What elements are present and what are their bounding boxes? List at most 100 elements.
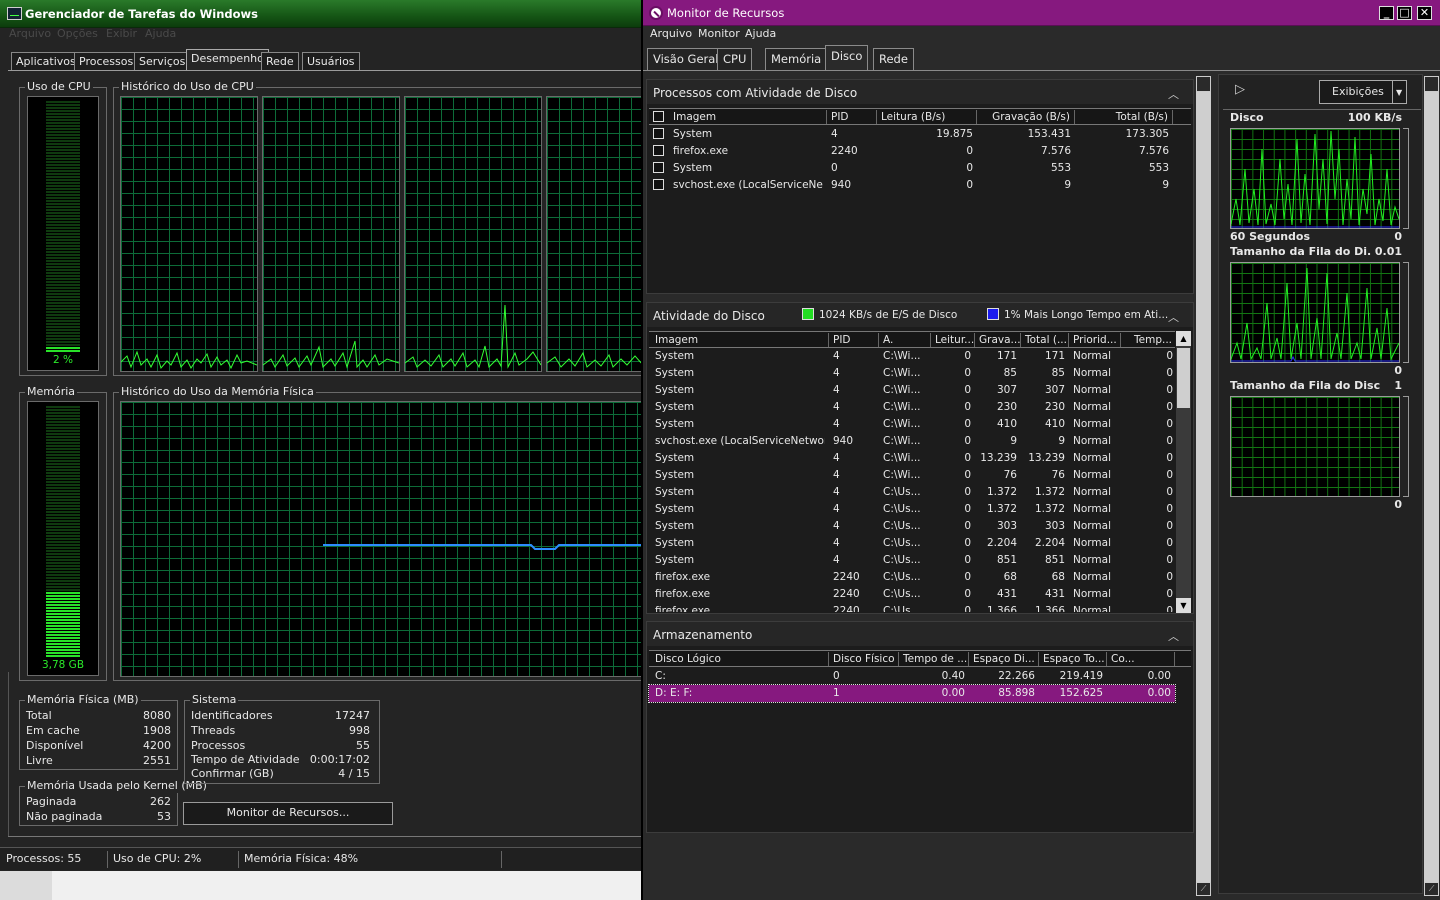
disk-process-row[interactable]: firefox.exe 2240 0 7.576 7.576 bbox=[649, 143, 1191, 160]
disk-activity-row[interactable]: firefox.exe 2240 C:\Us... 0 431 431 Normal 0 bbox=[649, 586, 1173, 603]
disk-processes-header[interactable]: Processos com Atividade de Disco ︿ bbox=[647, 80, 1193, 104]
disk-process-row[interactable]: System 4 19.875 153.431 173.305 bbox=[649, 126, 1191, 143]
col-tempo[interactable]: Tempo de ... bbox=[899, 652, 969, 666]
collapse-caret-icon[interactable]: ︿ bbox=[1168, 628, 1179, 644]
tab-aplicativos[interactable]: Aplicativos bbox=[11, 52, 81, 71]
collapse-caret-icon[interactable]: ︿ bbox=[1168, 309, 1179, 325]
resource-monitor-button[interactable]: Monitor de Recursos... bbox=[183, 802, 393, 825]
cell: 0 bbox=[1166, 520, 1173, 532]
storage-row[interactable]: D: E: F: 1 0.00 85.898 152.625 0.00 bbox=[648, 684, 1176, 703]
scroll-down-icon[interactable]: ▼ bbox=[1176, 598, 1191, 613]
cell: 0.00 bbox=[1147, 670, 1171, 682]
rm-menu-ajuda[interactable]: Ajuda bbox=[745, 27, 776, 41]
tab-rede[interactable]: Rede bbox=[261, 52, 299, 71]
task-manager-titlebar[interactable]: Gerenciador de Tarefas do Windows bbox=[0, 0, 641, 28]
process-checkbox[interactable] bbox=[653, 128, 664, 139]
tab-processos[interactable]: Processos bbox=[74, 52, 139, 71]
disk-activity-row[interactable]: System 4 C:\Wi... 0 171 171 Normal 0 bbox=[649, 348, 1173, 365]
kernel-memory-group: Memória Usada pelo Kernel (MB) Paginada … bbox=[19, 779, 209, 826]
menu-arquivo[interactable]: Arquivo bbox=[9, 27, 51, 40]
graph-panel-scrollbar[interactable]: ⟋ bbox=[1424, 76, 1439, 896]
disk-activity-row[interactable]: System 4 C:\Wi... 0 13.239 13.239 Normal 0 bbox=[649, 450, 1173, 467]
process-checkbox[interactable] bbox=[653, 179, 664, 190]
col-imagem[interactable]: Imagem bbox=[651, 333, 829, 347]
menu-exibir[interactable]: Exibir bbox=[106, 27, 137, 40]
process-checkbox[interactable] bbox=[653, 145, 664, 156]
disk-activity-row[interactable]: System 4 C:\Wi... 0 85 85 Normal 0 bbox=[649, 365, 1173, 382]
activity-scrollbar[interactable]: ▲ ▼ bbox=[1176, 331, 1191, 613]
disk-activity-row[interactable]: System 4 C:\Wi... 0 230 230 Normal 0 bbox=[649, 399, 1173, 416]
close-icon[interactable]: ✕ bbox=[1417, 6, 1432, 20]
storage-header[interactable]: Armazenamento ︿ bbox=[647, 622, 1193, 646]
rm-tab-memoria[interactable]: Memória bbox=[765, 48, 828, 70]
menu-ajuda[interactable]: Ajuda bbox=[145, 27, 176, 40]
disk-activity-row[interactable]: firefox.exe 2240 C:\Us... 0 1.366 1.366 Normal… bbox=[649, 603, 1173, 612]
disk-activity-row[interactable]: System 4 C:\Wi... 0 307 307 Normal 0 bbox=[649, 382, 1173, 399]
col-espaco-total[interactable]: Espaço To... bbox=[1039, 652, 1107, 666]
views-dropdown[interactable]: Exibições ▼ bbox=[1319, 80, 1407, 104]
disk-activity-row[interactable]: System 4 C:\Us... 0 303 303 Normal 0 bbox=[649, 518, 1173, 535]
storage-row[interactable]: C: 0 0.40 22.266 219.419 0.00 bbox=[649, 668, 1191, 685]
col-disco-fisico[interactable]: Disco Físico bbox=[829, 652, 899, 666]
col-espaco-disponivel[interactable]: Espaço Di... bbox=[969, 652, 1039, 666]
disk-process-row[interactable]: svchost.exe (LocalServiceNet... 940 0 9 9 bbox=[649, 177, 1191, 194]
disk-activity-row[interactable]: System 4 C:\Wi... 0 410 410 Normal 0 bbox=[649, 416, 1173, 433]
resource-monitor-titlebar[interactable]: Monitor de Recursos _ □ ✕ bbox=[643, 0, 1440, 26]
disk-activity-row[interactable]: System 4 C:\Us... 0 851 851 Normal 0 bbox=[649, 552, 1173, 569]
collapse-caret-icon[interactable]: ︿ bbox=[1168, 86, 1179, 102]
cpu-core-graph bbox=[262, 96, 400, 372]
chevron-down-icon[interactable]: ▼ bbox=[1396, 86, 1402, 100]
disk-activity-row[interactable]: System 4 C:\Wi... 0 76 76 Normal 0 bbox=[649, 467, 1173, 484]
col-tempo[interactable]: Temp... bbox=[1121, 333, 1177, 347]
rm-tab-cpu[interactable]: CPU bbox=[717, 48, 753, 70]
physical-free-label: Livre bbox=[26, 754, 53, 767]
memory-value-text: 3,78 GB bbox=[41, 659, 85, 671]
minimize-icon[interactable]: _ bbox=[1379, 6, 1394, 20]
tab-desempenho[interactable]: Desempenho bbox=[186, 49, 269, 71]
disk-activity-row[interactable]: System 4 C:\Us... 0 2.204 2.204 Normal 0 bbox=[649, 535, 1173, 552]
disk-activity-row[interactable]: firefox.exe 2240 C:\Us... 0 68 68 Normal 0 bbox=[649, 569, 1173, 586]
col-arquivo[interactable]: A. bbox=[879, 333, 931, 347]
tab-usuarios[interactable]: Usuários bbox=[302, 52, 360, 71]
disk-activity-row[interactable]: System 4 C:\Us... 0 1.372 1.372 Normal 0 bbox=[649, 484, 1173, 501]
expand-panel-icon[interactable]: ▷ bbox=[1235, 83, 1245, 97]
rm-menu-monitor[interactable]: Monitor bbox=[698, 27, 740, 41]
col-pid[interactable]: PID bbox=[829, 333, 879, 347]
col-comprimento-fila[interactable]: Co... bbox=[1107, 652, 1175, 666]
col-total[interactable]: Total (... bbox=[1021, 333, 1069, 347]
col-leitura[interactable]: Leitura (B/s) bbox=[877, 110, 977, 124]
rm-tab-visao-geral[interactable]: Visão Geral bbox=[647, 48, 725, 70]
col-gravacao[interactable]: Gravação (B/s) bbox=[977, 110, 1075, 124]
rm-tab-rede[interactable]: Rede bbox=[873, 48, 914, 70]
cell: 171 bbox=[996, 350, 1017, 362]
scroll-up-icon[interactable]: ▲ bbox=[1176, 331, 1191, 346]
col-leitura[interactable]: Leitur... bbox=[931, 333, 975, 347]
col-disco-logico[interactable]: Disco Lógico bbox=[651, 652, 829, 666]
scrollbar-thumb[interactable] bbox=[1177, 348, 1190, 408]
menu-opcoes[interactable]: Opções bbox=[57, 27, 98, 40]
col-pid[interactable]: PID bbox=[827, 110, 877, 124]
disk-activity-header[interactable]: Atividade do Disco 1024 KB/s de E/S de D… bbox=[647, 303, 1193, 327]
disk-process-row[interactable]: System 0 0 553 553 bbox=[649, 160, 1191, 177]
maximize-icon[interactable]: □ bbox=[1397, 6, 1412, 20]
cell: 7.576 bbox=[1138, 145, 1169, 157]
col-total[interactable]: Total (B/s) bbox=[1075, 110, 1173, 124]
rm-menu-arquivo[interactable]: Arquivo bbox=[650, 27, 692, 41]
col-prioridade[interactable]: Priorid... bbox=[1069, 333, 1121, 347]
col-gravacao[interactable]: Grava... bbox=[975, 333, 1021, 347]
cell: 85 bbox=[1003, 367, 1017, 379]
physical-available-label: Disponível bbox=[26, 739, 84, 752]
disk-activity-row[interactable]: svchost.exe (LocalServiceNetwork... 940 C:… bbox=[649, 433, 1173, 450]
cell: 851 bbox=[1044, 554, 1065, 566]
cell: Normal bbox=[1073, 554, 1111, 566]
disk-activity-row[interactable]: System 4 C:\Us... 0 1.372 1.372 Normal 0 bbox=[649, 501, 1173, 518]
select-all-checkbox[interactable] bbox=[653, 111, 664, 122]
tab-servicos[interactable]: Serviços bbox=[134, 52, 191, 71]
rm-tab-disco[interactable]: Disco bbox=[825, 45, 869, 71]
main-pane-scrollbar[interactable]: ⟋ bbox=[1196, 76, 1211, 896]
process-checkbox[interactable] bbox=[653, 162, 664, 173]
cell: 0 bbox=[964, 469, 971, 481]
cell: 76 bbox=[1003, 469, 1017, 481]
col-imagem[interactable]: Imagem bbox=[669, 110, 827, 124]
memory-group: Memória 3,78 GB bbox=[19, 385, 107, 681]
